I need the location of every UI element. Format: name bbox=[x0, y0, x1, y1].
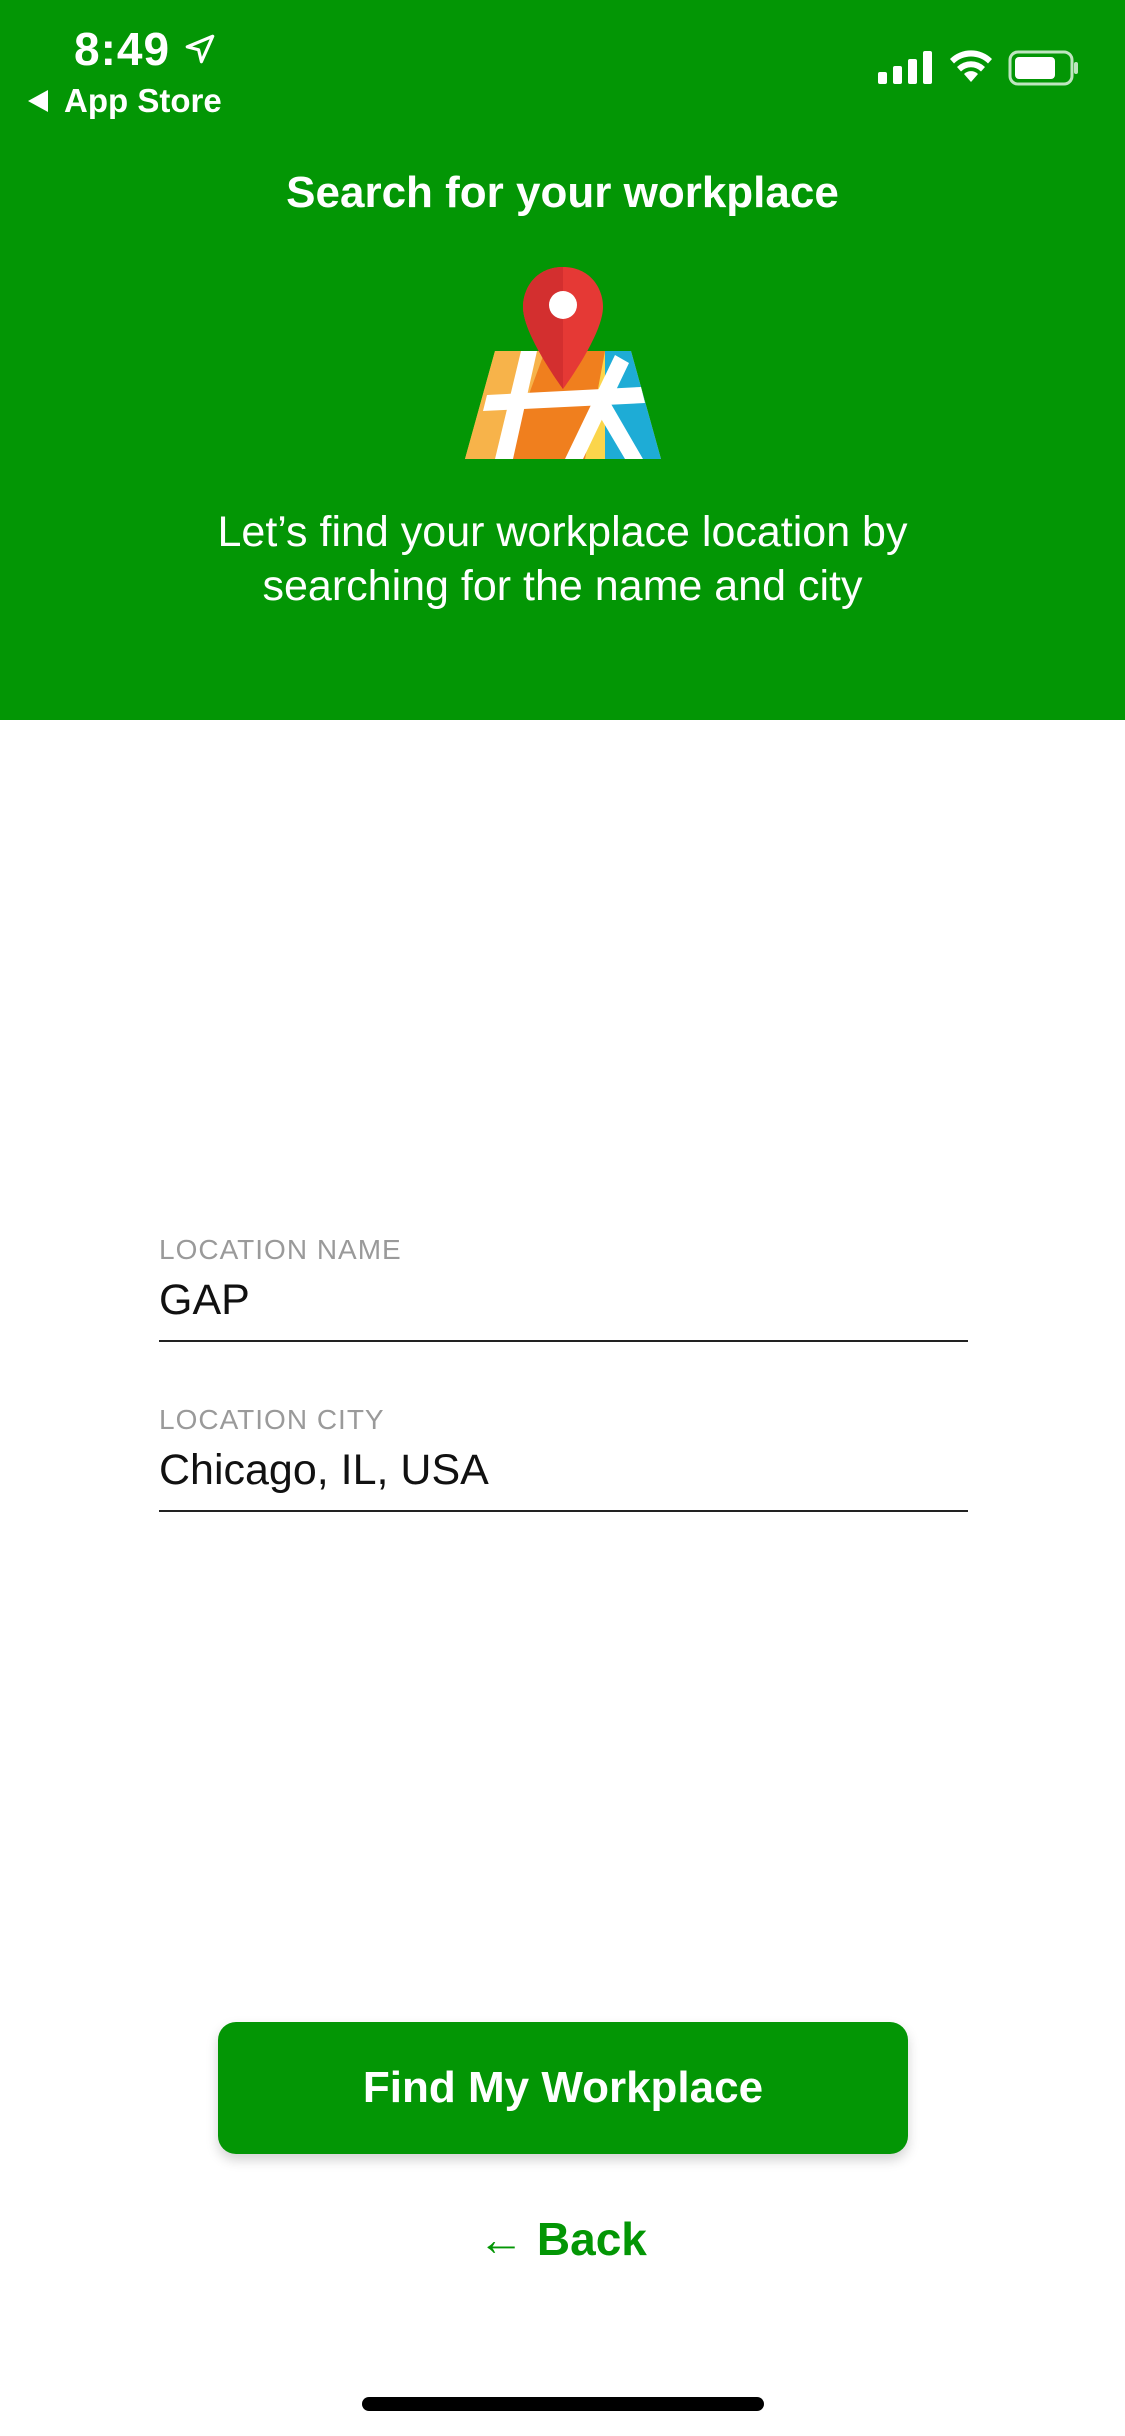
location-name-label: LOCATION NAME bbox=[159, 1234, 402, 1265]
location-city-field[interactable]: LOCATION CITY Chicago, IL, USA bbox=[159, 1404, 968, 1512]
screen: 8:49 App Store Search for your workplace bbox=[0, 0, 1125, 2436]
location-name-input[interactable]: GAP bbox=[159, 1276, 968, 1325]
location-city-input[interactable]: Chicago, IL, USA bbox=[159, 1446, 968, 1495]
back-button[interactable]: ← Back bbox=[0, 2212, 1125, 2266]
map-pin-icon bbox=[465, 267, 661, 459]
page-subtitle: Let’s find your workplace location by se… bbox=[100, 505, 1025, 613]
signal-icon bbox=[878, 51, 932, 84]
find-my-workplace-button[interactable]: Find My Workplace bbox=[218, 2022, 908, 2154]
back-caret-icon bbox=[28, 90, 48, 112]
back-to-app-store[interactable]: App Store bbox=[28, 82, 222, 120]
home-indicator[interactable] bbox=[362, 2397, 764, 2411]
header: 8:49 App Store Search for your workplace bbox=[0, 0, 1125, 720]
page-title: Search for your workplace bbox=[286, 168, 839, 217]
back-app-label: App Store bbox=[64, 82, 222, 119]
subtitle-line-1: Let’s find your workplace location by bbox=[217, 508, 908, 556]
wifi-icon bbox=[950, 50, 992, 82]
status-time: 8:49 bbox=[74, 23, 171, 75]
location-city-label: LOCATION CITY bbox=[159, 1404, 385, 1435]
location-arrow-icon bbox=[185, 34, 215, 64]
subtitle-line-2: searching for the name and city bbox=[262, 562, 863, 610]
location-name-field[interactable]: LOCATION NAME GAP bbox=[159, 1234, 968, 1342]
battery-icon bbox=[1008, 50, 1078, 86]
